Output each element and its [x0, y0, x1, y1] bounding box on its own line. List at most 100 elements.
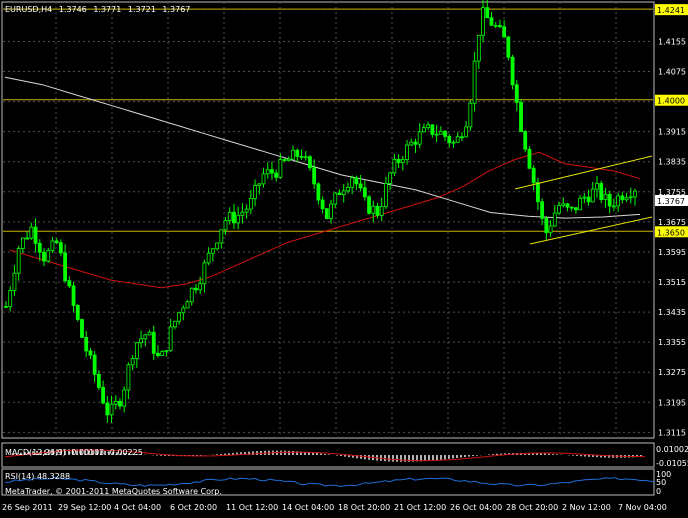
candle-body [134, 342, 139, 359]
candle-body [498, 24, 502, 28]
candle-body [278, 159, 283, 178]
candle-body [565, 203, 570, 208]
candle-body [147, 331, 152, 336]
candle-body [320, 199, 325, 210]
candle-body [337, 192, 342, 196]
candle-body [223, 220, 228, 231]
candle-body [536, 182, 540, 203]
candle-body [177, 312, 181, 322]
candle-body [544, 217, 549, 234]
candle-body [506, 36, 511, 58]
candle-body [286, 158, 291, 161]
time-tick-label: 7 Nov 04:00 [618, 503, 667, 512]
candle-body [105, 402, 110, 416]
candle-body [367, 196, 371, 214]
time-tick-label: 4 Oct 04:00 [114, 503, 161, 512]
rsi-axis-mid: 50 [656, 478, 666, 487]
time-tick-label: 2 Nov 12:00 [562, 503, 611, 512]
candle-body [384, 183, 388, 207]
level-label-2: 1.3650 [657, 228, 685, 237]
candle-body [434, 133, 439, 136]
candle-body [172, 320, 177, 328]
candle-body [438, 130, 443, 135]
candle-body [379, 206, 384, 216]
candle-body [257, 183, 262, 186]
price-axis: 1.42411.41551.40751.39951.39151.38351.37… [658, 5, 686, 437]
candle-body [71, 285, 76, 306]
candle-body [489, 17, 494, 26]
candle-body [198, 283, 203, 291]
candle-body [586, 196, 591, 203]
candle-body [253, 185, 257, 199]
price-tick-label: 1.3115 [658, 428, 686, 437]
high-value: 1.3771 [93, 5, 121, 14]
candle-body [160, 351, 165, 356]
candle-body [113, 400, 118, 405]
copyright-text: MetaTrader, © 2001-2011 MetaQuotes Softw… [5, 487, 222, 496]
candle-body [236, 214, 241, 224]
candle-body [603, 193, 608, 200]
candle-body [92, 354, 97, 375]
candle-body [464, 126, 469, 138]
candle-body [628, 196, 633, 199]
macd-axis-bottom: -0.01055 [656, 459, 688, 468]
candle-body [443, 130, 447, 137]
candle-body [20, 237, 25, 249]
candle-body [616, 195, 621, 207]
candle-body [109, 403, 114, 416]
candle-body [405, 144, 409, 161]
candle-body [561, 203, 566, 207]
candle-body [316, 183, 321, 201]
time-tick-label: 28 Oct 20:00 [506, 503, 558, 512]
candle-body [210, 248, 215, 254]
chart-canvas[interactable]: 1.42411.41551.40751.39951.39151.38351.37… [0, 0, 688, 516]
level-label-1: 1.4000 [657, 97, 685, 106]
candle-body [308, 156, 312, 169]
price-tick-label: 1.3435 [658, 308, 686, 317]
time-tick-label: 26 Sep 2011 [2, 503, 53, 512]
candle-body [143, 334, 148, 340]
price-tick-label: 1.3915 [658, 128, 686, 137]
candle-body [514, 84, 519, 103]
candle-body [50, 240, 55, 252]
candle-body [426, 124, 431, 129]
candle-body [299, 155, 304, 158]
candle-body [396, 159, 401, 164]
candle-body [185, 301, 190, 309]
candle-body [16, 248, 21, 274]
candle-body [590, 188, 595, 203]
price-tick-label: 1.3675 [658, 218, 686, 227]
candle-body [451, 141, 456, 144]
time-tick-label: 11 Oct 12:00 [226, 503, 278, 512]
candle-body [130, 358, 135, 366]
candle-body [527, 148, 532, 169]
candle-body [181, 307, 186, 314]
candle-body [422, 127, 426, 133]
candle-body [126, 364, 131, 391]
candle-body [455, 136, 460, 143]
candle-body [80, 319, 84, 338]
candle-body [578, 197, 583, 211]
candle-body [265, 169, 270, 175]
macd-axis-top: 0.01002 [656, 445, 688, 454]
level-label-0: 1.4241 [657, 6, 685, 15]
candle-body [548, 225, 553, 234]
candle-body [502, 26, 507, 38]
candle-body [58, 242, 63, 254]
price-tick-label: 1.4075 [658, 68, 686, 77]
candle-body [409, 141, 414, 146]
candle-body [481, 7, 485, 36]
candle-body [519, 101, 523, 132]
chart-window[interactable]: 1.42411.41551.40751.39951.39151.38351.37… [0, 0, 688, 516]
candle-body [206, 252, 211, 264]
candle-body [611, 205, 616, 208]
macd-label: MACD(12,26,9) -0.00103 -0.00225 [5, 448, 143, 457]
candle-body [599, 183, 604, 200]
candle-body [232, 211, 236, 224]
candle-body [274, 172, 279, 178]
price-tick-label: 1.4155 [658, 37, 686, 46]
candle-body [88, 350, 93, 356]
candle-body [96, 373, 101, 388]
candle-body [240, 211, 245, 216]
candle-body [227, 211, 232, 221]
